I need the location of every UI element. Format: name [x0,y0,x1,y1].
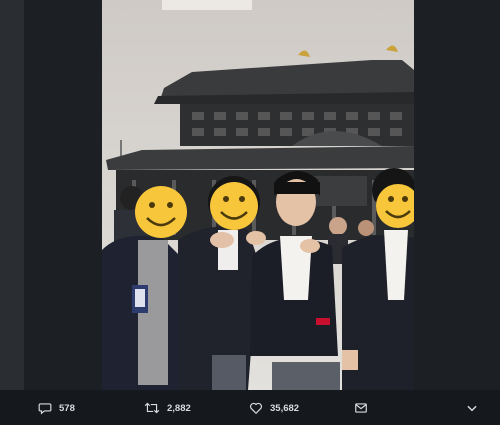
heart-icon [250,402,262,415]
chevron-down-icon [467,405,477,412]
comment-bubble-icon [38,403,52,415]
reply-count: 578 [59,402,75,414]
smiley-face-icon [210,182,258,230]
like-count: 35,682 [270,402,300,414]
envelope-icon [355,403,367,413]
like-button[interactable]: 35,682 [249,399,299,417]
smiley-face-icon [135,186,187,238]
retweet-button[interactable]: 2,882 [144,399,191,417]
retweet-arrows-icon [144,402,160,414]
reply-button[interactable]: 578 [38,399,75,417]
retweet-count: 2,882 [167,402,191,414]
more-options-button[interactable] [465,399,479,417]
left-panel [0,0,24,425]
tweet-action-bar: 578 2,882 35,682 [0,390,500,425]
direct-message-button[interactable] [354,399,368,417]
right-panel [414,0,500,425]
tweet-photo[interactable] [102,0,414,390]
